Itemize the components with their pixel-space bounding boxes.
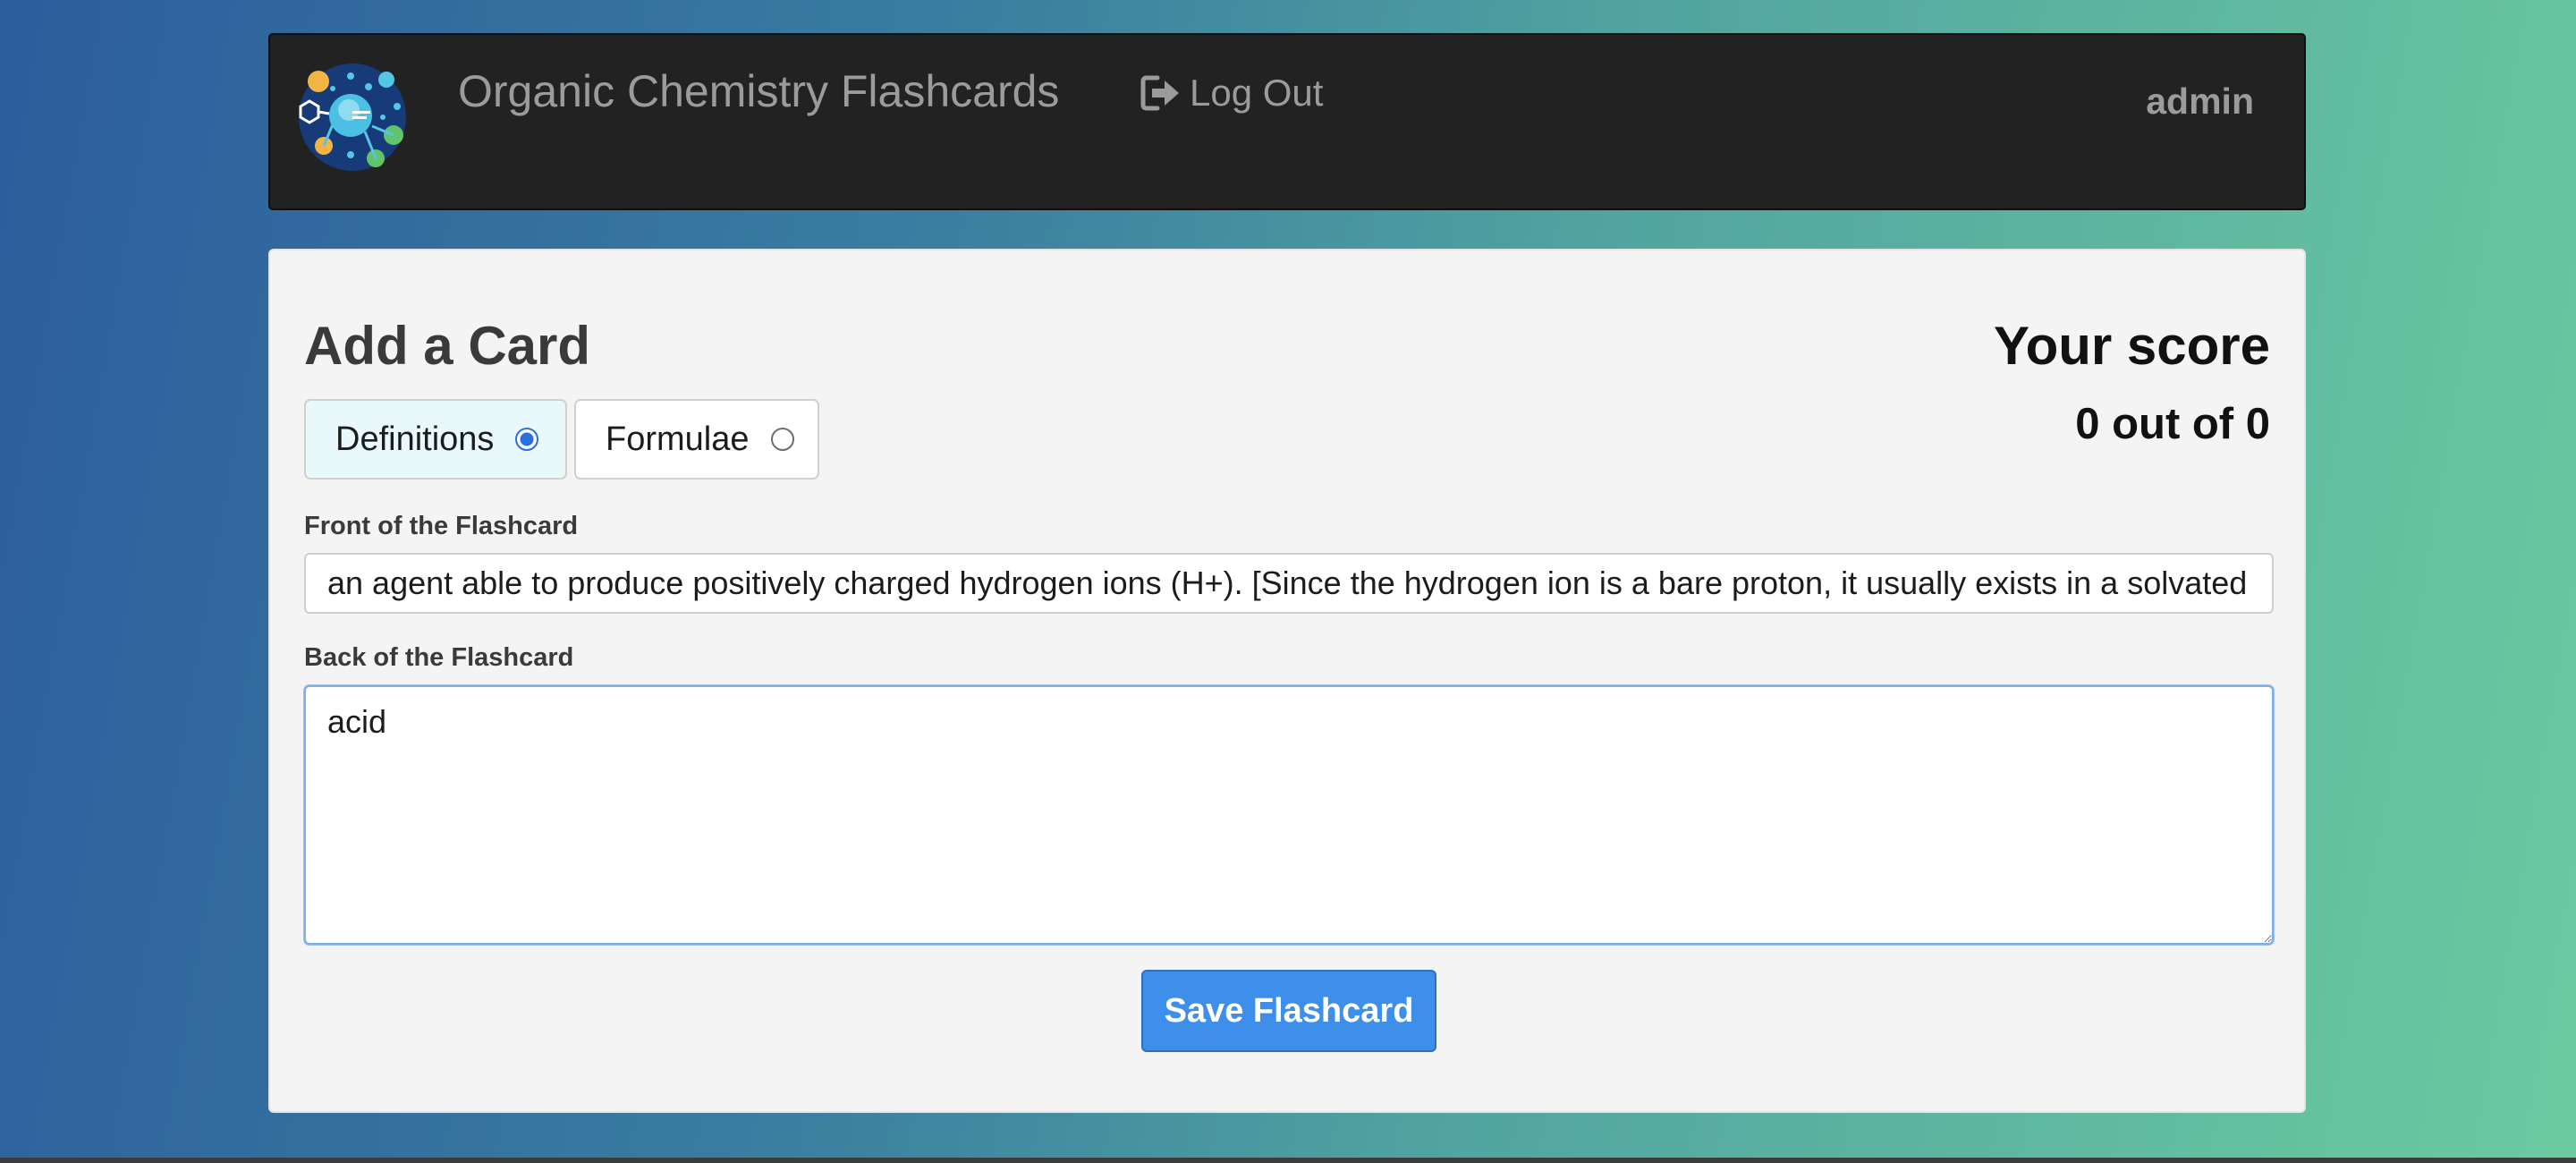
window-bottom-edge xyxy=(0,1158,2576,1163)
score-value: 0 out of 0 xyxy=(2075,400,2270,448)
front-input[interactable] xyxy=(304,553,2274,614)
back-field-label: Back of the Flashcard xyxy=(304,643,574,672)
score-title: Your score xyxy=(1994,316,2270,376)
category-option-formulae[interactable]: Formulae xyxy=(574,399,819,480)
logout-link[interactable]: Log Out xyxy=(1140,64,1323,123)
logout-label: Log Out xyxy=(1190,72,1324,114)
sign-out-icon xyxy=(1140,72,1181,114)
category-option-label: Definitions xyxy=(335,420,495,458)
page-title: Add a Card xyxy=(304,316,591,376)
radio-unselected-icon[interactable] xyxy=(770,428,794,451)
molecule-logo-icon[interactable] xyxy=(297,62,408,173)
category-option-definitions[interactable]: Definitions xyxy=(304,399,567,480)
add-card-panel: Add a Card Your score 0 out of 0 Definit… xyxy=(268,249,2306,1113)
app-brand-title[interactable]: Organic Chemistry Flashcards xyxy=(458,59,1059,123)
top-navbar: Organic Chemistry Flashcards Log Out adm… xyxy=(268,33,2306,210)
save-flashcard-button[interactable]: Save Flashcard xyxy=(1141,970,1436,1052)
front-field-label: Front of the Flashcard xyxy=(304,512,579,540)
radio-selected-icon[interactable] xyxy=(515,428,539,451)
username-label: admin xyxy=(2146,81,2254,122)
back-textarea[interactable]: acid xyxy=(304,685,2274,945)
category-option-label: Formulae xyxy=(606,420,750,458)
